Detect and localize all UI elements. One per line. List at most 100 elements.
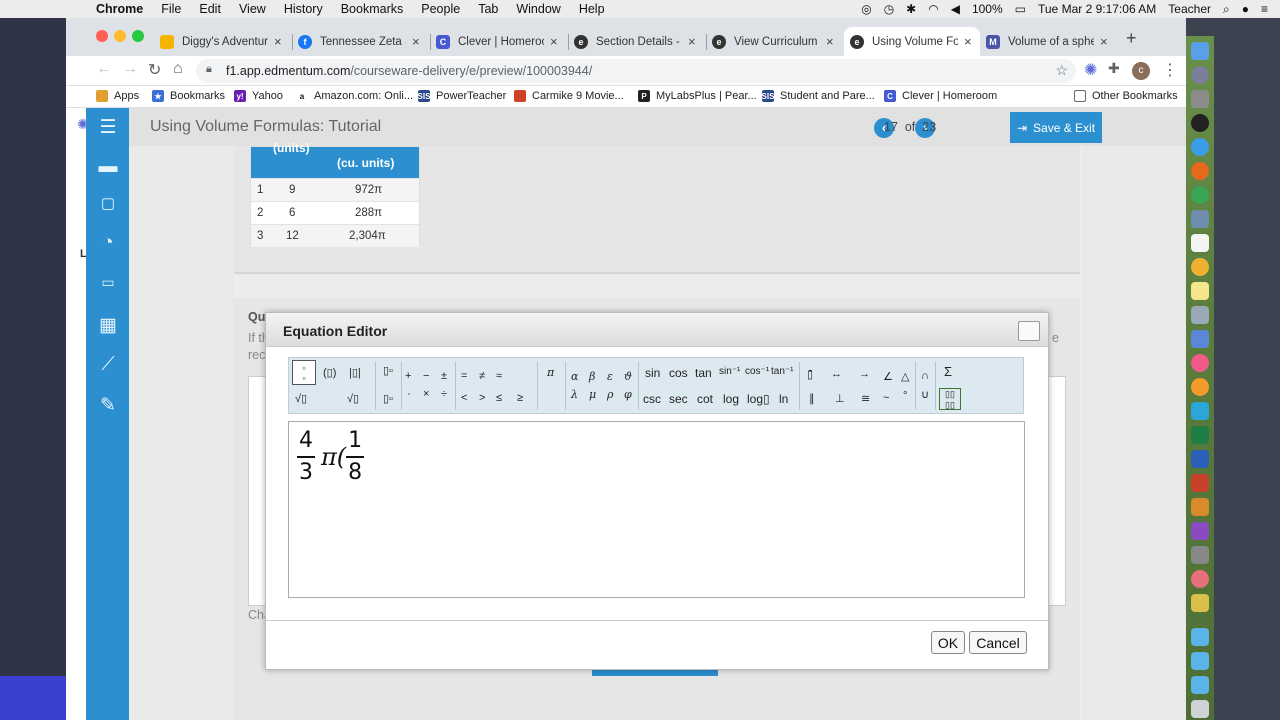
alpha-button[interactable]: α xyxy=(571,370,578,383)
fraction-four-thirds[interactable]: 4 3 xyxy=(297,428,315,486)
music-icon[interactable] xyxy=(1191,354,1209,372)
pencil-app-icon[interactable] xyxy=(1191,594,1209,612)
beta-button[interactable]: β xyxy=(589,370,595,383)
word-icon[interactable] xyxy=(1191,450,1209,468)
tab-diggys-adventure[interactable]: Diggy's Adventure × xyxy=(154,27,290,56)
tan-button[interactable]: tan xyxy=(695,366,712,380)
folder-icon-2[interactable] xyxy=(1191,652,1209,670)
fraction-one-eighth[interactable]: 1 8 xyxy=(346,428,365,486)
battery-icon[interactable]: ▭ xyxy=(1015,2,1026,16)
glossary-icon[interactable]: ▢ xyxy=(95,194,121,218)
bookmark-apps[interactable]: Apps xyxy=(96,90,139,102)
photos-icon[interactable] xyxy=(1191,258,1209,276)
arcsin-button[interactable]: sin⁻¹ xyxy=(719,366,740,377)
bookmark-powerteacher[interactable]: SIS PowerTeacher xyxy=(418,90,506,102)
close-icon[interactable]: × xyxy=(412,34,420,49)
folder-icon-1[interactable] xyxy=(1191,628,1209,646)
menu-view[interactable]: View xyxy=(239,2,266,16)
notes-icon[interactable] xyxy=(1191,282,1209,300)
times-button[interactable]: × xyxy=(423,388,429,400)
star-icon[interactable]: ☆ xyxy=(1055,62,1068,79)
photo-booth-icon[interactable] xyxy=(1191,498,1209,516)
tab-view-curriculum[interactable]: e View Curriculum × xyxy=(706,27,844,56)
parentheses-button[interactable]: (▯) xyxy=(323,366,336,379)
creative-cloud-icon[interactable]: ◎ xyxy=(861,2,871,16)
tab-tennessee-zeta[interactable]: f Tennessee Zeta Sh × xyxy=(292,27,430,56)
minimize-window-button[interactable] xyxy=(114,30,126,42)
app-store-icon[interactable] xyxy=(1191,402,1209,420)
union-button[interactable]: ∪ xyxy=(921,388,929,401)
log-button[interactable]: log xyxy=(723,392,739,406)
more-menu-icon[interactable]: ⋮ xyxy=(1162,60,1178,80)
bookmark-other[interactable]: Other Bookmarks xyxy=(1074,90,1178,102)
forward-icon[interactable]: → xyxy=(122,60,138,78)
tab-section-details[interactable]: e Section Details - S × xyxy=(568,27,706,56)
calculator-icon[interactable]: ▦ xyxy=(95,314,121,338)
menu-file[interactable]: File xyxy=(161,2,181,16)
csc-button[interactable]: csc xyxy=(643,392,661,406)
powerpoint-icon[interactable] xyxy=(1191,474,1209,492)
ok-button[interactable]: OK xyxy=(931,631,965,654)
tab-volume-of-sphere[interactable]: M Volume of a sphere × xyxy=(980,27,1116,56)
dialog-close-button[interactable] xyxy=(1018,321,1040,341)
dot-button[interactable]: · xyxy=(407,388,411,400)
back-icon[interactable]: ← xyxy=(96,60,112,78)
mail-icon[interactable] xyxy=(1191,330,1209,348)
translate-hola-icon[interactable]: ▭ xyxy=(95,274,121,298)
close-icon[interactable]: × xyxy=(550,34,558,49)
books-icon[interactable] xyxy=(1191,378,1209,396)
wifi-icon[interactable]: ◠ xyxy=(928,2,938,16)
menu-edit[interactable]: Edit xyxy=(199,2,221,16)
firefox-icon[interactable] xyxy=(1191,162,1209,180)
volume-icon[interactable]: ◀ xyxy=(951,2,960,16)
folder-icon[interactable]: ▬ xyxy=(95,156,121,180)
equals-button[interactable]: = xyxy=(461,370,467,382)
bookmark-mylabsplus[interactable]: P MyLabsPlus | Pear... xyxy=(638,90,757,102)
graph-icon[interactable]: ⟋ xyxy=(95,354,121,378)
lambda-button[interactable]: λ xyxy=(571,388,578,401)
cot-button[interactable]: cot xyxy=(697,392,713,406)
parallel-button[interactable]: ∥ xyxy=(809,392,815,405)
bookmark-student-parent[interactable]: SIS Student and Pare... xyxy=(762,90,875,102)
dashboard-icon[interactable] xyxy=(1191,114,1209,132)
similar-button[interactable]: ~ xyxy=(883,392,889,404)
plus-minus-button[interactable]: ± xyxy=(441,370,447,382)
matrix-button[interactable]: ▯▯ ▯▯ xyxy=(939,388,961,410)
equation-input-area[interactable]: 4 3 π( 1 8 xyxy=(288,421,1025,598)
less-equal-button[interactable]: ≤ xyxy=(496,392,502,404)
rho-button[interactable]: ρ xyxy=(607,388,613,401)
tab-using-volume-formulas[interactable]: e Using Volume Form × xyxy=(844,27,980,56)
greater-equal-button[interactable]: ≥ xyxy=(517,392,523,404)
lock-icon[interactable]: 🔒︎ xyxy=(206,63,212,76)
sqrt-button[interactable]: √▯ xyxy=(295,392,307,405)
preview-icon[interactable] xyxy=(1191,210,1209,228)
lifesaver-icon[interactable] xyxy=(1191,570,1209,588)
degree-button[interactable]: ° xyxy=(903,390,907,402)
perpendicular-button[interactable]: ⊥ xyxy=(835,392,845,405)
reload-icon[interactable]: ↻ xyxy=(148,60,161,80)
subscript-button[interactable]: ▯▫ xyxy=(383,392,393,405)
extensions-puzzle-icon[interactable]: ✚ xyxy=(1108,60,1120,77)
close-icon[interactable]: × xyxy=(1100,34,1108,49)
not-equal-button[interactable]: ≠ xyxy=(479,370,485,382)
menu-help[interactable]: Help xyxy=(579,2,605,16)
close-icon[interactable]: × xyxy=(826,34,834,49)
read-aloud-icon[interactable]: ◔ xyxy=(95,232,121,256)
line-button[interactable]: ↔ xyxy=(831,368,842,380)
bookmark-clever[interactable]: C Clever | Homeroom xyxy=(884,90,997,102)
overline-button[interactable]: ▯̄ xyxy=(807,368,813,381)
close-window-button[interactable] xyxy=(96,30,108,42)
save-exit-button[interactable]: ⇥ Save & Exit xyxy=(1010,112,1102,143)
folder-icon-3[interactable] xyxy=(1191,676,1209,694)
extension-icon[interactable]: ✺ xyxy=(1084,60,1097,80)
zoom-window-button[interactable] xyxy=(132,30,144,42)
arctan-button[interactable]: tan⁻¹ xyxy=(771,366,794,377)
time-machine-icon[interactable]: ◷ xyxy=(884,2,894,16)
bookmark-amazon[interactable]: a Amazon.com: Onli... xyxy=(296,90,413,102)
superscript-button[interactable]: ▯▫ xyxy=(383,364,393,377)
menu-history[interactable]: History xyxy=(284,2,323,16)
approx-button[interactable]: ≈ xyxy=(496,370,502,382)
intersection-button[interactable]: ∩ xyxy=(921,370,929,382)
absolute-value-button[interactable]: |▯| xyxy=(349,366,361,379)
safari-icon[interactable] xyxy=(1191,138,1209,156)
